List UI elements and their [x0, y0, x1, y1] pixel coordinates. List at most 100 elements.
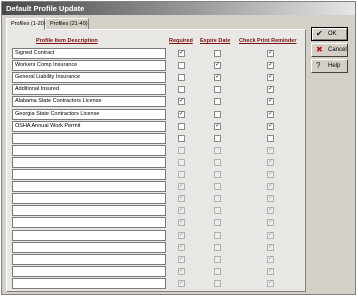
profile-description-input[interactable]	[12, 241, 166, 253]
profile-description-input[interactable]	[12, 265, 166, 277]
profile-description-input[interactable]	[12, 181, 166, 193]
profile-description-input[interactable]: Additional Insured	[12, 84, 166, 96]
expire-date-checkbox[interactable]	[214, 243, 221, 251]
required-checkbox[interactable]: ✓	[178, 183, 185, 191]
check-print-reminder-checkbox[interactable]: ✓	[267, 171, 274, 178]
check-print-reminder-checkbox[interactable]: ✓	[267, 243, 274, 251]
expire-date-checkbox[interactable]	[214, 146, 221, 154]
required-checkbox[interactable]	[178, 62, 185, 70]
check-print-reminder-checkbox[interactable]: ✓	[267, 255, 274, 263]
expire-date-checkbox[interactable]: ✓	[214, 122, 221, 130]
check-print-reminder-checkbox[interactable]: ✓	[267, 267, 274, 275]
profile-row	[7, 132, 305, 145]
profile-description-input[interactable]	[12, 217, 166, 229]
expire-date-checkbox[interactable]	[214, 231, 221, 239]
profile-row: ✓ ✓	[7, 217, 305, 229]
required-checkbox[interactable]	[178, 134, 185, 142]
profile-row: ✓ ✓	[7, 253, 305, 266]
title-bar: Default Profile Update	[2, 2, 355, 15]
tab-profiles-1-20[interactable]: Profiles (1-20)	[6, 18, 46, 30]
check-print-reminder-checkbox[interactable]: ✓	[267, 231, 274, 239]
check-print-reminder-checkbox[interactable]: ✓	[267, 195, 274, 203]
expire-date-checkbox[interactable]	[214, 183, 221, 191]
check-print-reminder-checkbox[interactable]: ✓	[267, 62, 274, 70]
expire-date-checkbox[interactable]	[214, 98, 221, 106]
profile-row: ✓	[7, 169, 305, 181]
required-checkbox[interactable]: ✓	[178, 231, 185, 239]
profile-description-input[interactable]	[12, 144, 166, 156]
check-print-reminder-checkbox[interactable]: ✓	[267, 122, 274, 130]
required-checkbox[interactable]: ✓	[178, 195, 185, 203]
column-header-required: Required	[169, 38, 193, 44]
expire-date-checkbox[interactable]	[214, 267, 221, 275]
check-print-reminder-checkbox[interactable]: ✓	[267, 219, 274, 227]
profile-description-input[interactable]: General Liability Insurance	[12, 72, 166, 84]
profile-row: Signed Contract ✓ ✓	[7, 48, 305, 60]
profile-description-input[interactable]	[12, 253, 166, 265]
profile-description-input[interactable]	[12, 205, 166, 217]
profile-description-input[interactable]	[12, 229, 166, 241]
check-print-reminder-checkbox[interactable]: ✓	[267, 146, 274, 154]
profile-description-input[interactable]: Georgia State Contractors License	[12, 108, 166, 120]
profile-description-input[interactable]	[12, 132, 166, 144]
expire-date-checkbox[interactable]	[214, 158, 221, 166]
profile-description-input[interactable]: Signed Contract	[12, 48, 166, 59]
required-checkbox[interactable]	[178, 74, 185, 82]
check-print-reminder-checkbox[interactable]: ✓	[267, 207, 274, 215]
profile-description-input[interactable]	[12, 193, 166, 205]
tab-profiles-21-40[interactable]: Profiles (21-40)	[45, 18, 89, 29]
expire-date-checkbox[interactable]	[214, 219, 221, 227]
help-button[interactable]: ? Help	[311, 59, 348, 73]
ok-label: OK	[328, 31, 337, 37]
expire-date-checkbox[interactable]: ✓	[214, 62, 221, 70]
expire-date-checkbox[interactable]	[214, 86, 221, 94]
required-checkbox[interactable]: ✓	[178, 279, 185, 287]
required-checkbox[interactable]: ✓	[178, 207, 185, 215]
profile-row: Alabama State Contractors License ✓ ✓	[7, 96, 305, 108]
expire-date-checkbox[interactable]	[214, 207, 221, 215]
required-checkbox[interactable]: ✓	[178, 243, 185, 251]
expire-date-checkbox[interactable]	[214, 195, 221, 203]
required-checkbox[interactable]	[178, 86, 185, 94]
required-checkbox[interactable]	[178, 122, 185, 130]
window-title: Default Profile Update	[6, 4, 85, 13]
check-print-reminder-checkbox[interactable]: ✓	[267, 74, 274, 82]
required-checkbox[interactable]	[178, 146, 185, 154]
profile-description-input[interactable]	[12, 156, 166, 168]
expire-date-checkbox[interactable]	[214, 279, 221, 287]
ok-button[interactable]: ✔ OK	[311, 27, 348, 41]
check-print-reminder-checkbox[interactable]	[267, 134, 274, 142]
required-checkbox[interactable]	[178, 158, 185, 166]
profile-row: ✓	[7, 156, 305, 169]
profile-row: Additional Insured ✓	[7, 84, 305, 96]
help-label: Help	[328, 63, 341, 69]
profile-description-input[interactable]: Alabama State Contractors License	[12, 96, 166, 108]
check-print-reminder-checkbox[interactable]: ✓	[267, 279, 274, 287]
expire-date-checkbox[interactable]: ✓	[214, 74, 221, 82]
check-print-reminder-checkbox[interactable]: ✓	[267, 110, 274, 118]
expire-date-checkbox[interactable]	[214, 255, 221, 263]
check-print-reminder-checkbox[interactable]: ✓	[267, 98, 274, 106]
required-checkbox[interactable]: ✓	[178, 219, 185, 227]
required-checkbox[interactable]: ✓	[178, 98, 185, 106]
required-checkbox[interactable]: ✓	[178, 50, 185, 57]
expire-date-checkbox[interactable]	[214, 110, 221, 118]
required-checkbox[interactable]	[178, 171, 185, 178]
profile-description-input[interactable]	[12, 169, 166, 180]
required-checkbox[interactable]: ✓	[178, 255, 185, 263]
profile-description-input[interactable]: OSHA Annual Work Permit	[12, 120, 166, 132]
check-print-reminder-checkbox[interactable]: ✓	[267, 50, 274, 57]
required-checkbox[interactable]: ✓	[178, 267, 185, 275]
expire-date-checkbox[interactable]	[214, 171, 221, 178]
profile-description-input[interactable]	[12, 277, 166, 289]
check-print-reminder-checkbox[interactable]: ✓	[267, 86, 274, 94]
profile-row: ✓ ✓	[7, 205, 305, 217]
required-checkbox[interactable]: ✓	[178, 110, 185, 118]
expire-date-checkbox[interactable]	[214, 134, 221, 142]
cancel-button[interactable]: ✖ Cancel	[311, 43, 348, 57]
check-print-reminder-checkbox[interactable]: ✓	[267, 183, 274, 191]
check-print-reminder-checkbox[interactable]: ✓	[267, 158, 274, 166]
expire-date-checkbox[interactable]	[214, 50, 221, 57]
profile-row: Georgia State Contractors License ✓ ✓	[7, 108, 305, 121]
profile-description-input[interactable]: Workers Comp Insurance	[12, 60, 166, 72]
